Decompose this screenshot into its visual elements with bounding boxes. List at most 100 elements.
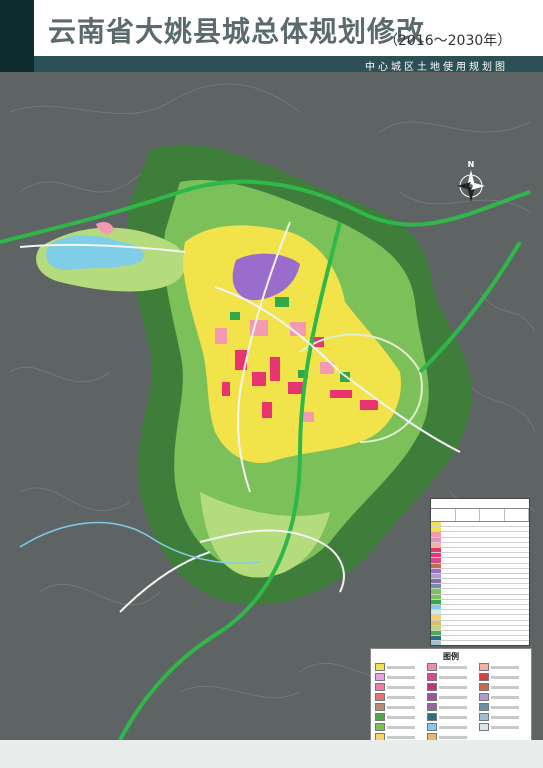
- table-title: [431, 499, 529, 508]
- map-legend: 图例: [370, 648, 532, 742]
- table-row-swatch: [431, 584, 441, 589]
- legend-swatch: [479, 713, 489, 721]
- legend-swatch: [427, 713, 437, 721]
- legend-swatch: [427, 703, 437, 711]
- table-row-swatch: [431, 547, 441, 553]
- legend-label: [387, 675, 415, 679]
- legend-label: [387, 735, 415, 739]
- table-row-swatch: [431, 568, 441, 573]
- legend-title: 图例: [443, 652, 459, 661]
- page-title: 云南省大姚县城总体规划修改: [48, 15, 426, 48]
- legend-swatch: [479, 673, 489, 681]
- table-header-cell: [456, 509, 480, 521]
- legend-swatch: [375, 693, 385, 701]
- legend-item: [375, 703, 425, 711]
- legend-label: [491, 695, 519, 699]
- legend-label: [439, 715, 467, 719]
- legend-swatch: [427, 723, 437, 731]
- table-row-swatch: [431, 615, 441, 620]
- legend-swatch: [375, 703, 385, 711]
- legend-swatch: [427, 683, 437, 691]
- north-arrow: N: [454, 160, 488, 202]
- legend-swatch: [375, 713, 385, 721]
- table-body: [431, 522, 529, 645]
- legend-grid: [375, 663, 529, 741]
- table-row-swatch: [431, 636, 441, 641]
- legend-item: [375, 683, 425, 691]
- legend-item: [375, 663, 425, 671]
- legend-swatch: [375, 723, 385, 731]
- table-row-swatch: [431, 599, 441, 604]
- legend-item: [427, 663, 477, 671]
- land-balance-table: [430, 498, 530, 646]
- legend-label: [387, 705, 415, 709]
- legend-label: [439, 735, 467, 739]
- legend-item: [479, 723, 529, 731]
- legend-item: [375, 693, 425, 701]
- legend-label: [439, 665, 467, 669]
- table-row-swatch: [431, 553, 441, 558]
- table-row-swatch: [431, 625, 441, 630]
- compass-icon: [457, 170, 485, 202]
- legend-item: [427, 713, 477, 721]
- legend-swatch: [427, 673, 437, 681]
- legend-item: [375, 713, 425, 721]
- table-row-swatch: [431, 522, 441, 527]
- legend-item: [479, 693, 529, 701]
- table-row-swatch: [431, 558, 441, 563]
- table-row-swatch: [431, 532, 441, 537]
- legend-label: [439, 695, 467, 699]
- table-row-swatch: [431, 594, 441, 599]
- legend-item: [375, 673, 425, 681]
- legend-swatch: [479, 693, 489, 701]
- table-header-cell: [480, 509, 505, 521]
- legend-swatch: [479, 703, 489, 711]
- table-header-cell: [505, 509, 529, 521]
- table-row-swatch: [431, 620, 441, 625]
- table-row-swatch: [431, 537, 441, 542]
- legend-item: [479, 663, 529, 671]
- table-row-swatch: [431, 610, 441, 615]
- legend-label: [387, 725, 415, 729]
- legend-swatch: [479, 663, 489, 671]
- legend-item: [427, 693, 477, 701]
- legend-label: [387, 715, 415, 719]
- legend-label: [387, 685, 415, 689]
- legend-item: [479, 713, 529, 721]
- table-row-swatch: [431, 573, 441, 579]
- legend-item: [479, 703, 529, 711]
- legend-swatch: [375, 673, 385, 681]
- legend-item: [427, 673, 477, 681]
- table-row-swatch: [431, 542, 441, 547]
- legend-swatch: [479, 723, 489, 731]
- legend-label: [491, 725, 519, 729]
- table-row-swatch: [431, 579, 441, 584]
- legend-item: [427, 703, 477, 711]
- table-row-swatch: [431, 563, 441, 568]
- table-header: [431, 508, 529, 522]
- legend-label: [387, 695, 415, 699]
- legend-item: [479, 683, 529, 691]
- table-row: [431, 641, 529, 645]
- header: 云南省大姚县城总体规划修改 （2016～2030年） 中心城区土地使用规划图: [0, 0, 543, 73]
- legend-label: [491, 705, 519, 709]
- legend-swatch: [427, 693, 437, 701]
- legend-label: [387, 665, 415, 669]
- legend-label: [439, 685, 467, 689]
- table-row-swatch: [431, 605, 441, 610]
- table-row-swatch: [431, 527, 441, 532]
- legend-label: [491, 715, 519, 719]
- legend-swatch: [375, 683, 385, 691]
- legend-label: [439, 705, 467, 709]
- legend-swatch: [479, 683, 489, 691]
- legend-label: [491, 675, 519, 679]
- legend-swatch: [375, 663, 385, 671]
- legend-item: [427, 723, 477, 731]
- table-row-swatch: [431, 589, 441, 594]
- page-years: （2016～2030年）: [384, 33, 512, 49]
- header-accent-bar: [0, 0, 34, 72]
- legend-swatch: [427, 663, 437, 671]
- table-row-swatch: [431, 641, 441, 645]
- legend-label: [491, 665, 519, 669]
- legend-label: [491, 685, 519, 689]
